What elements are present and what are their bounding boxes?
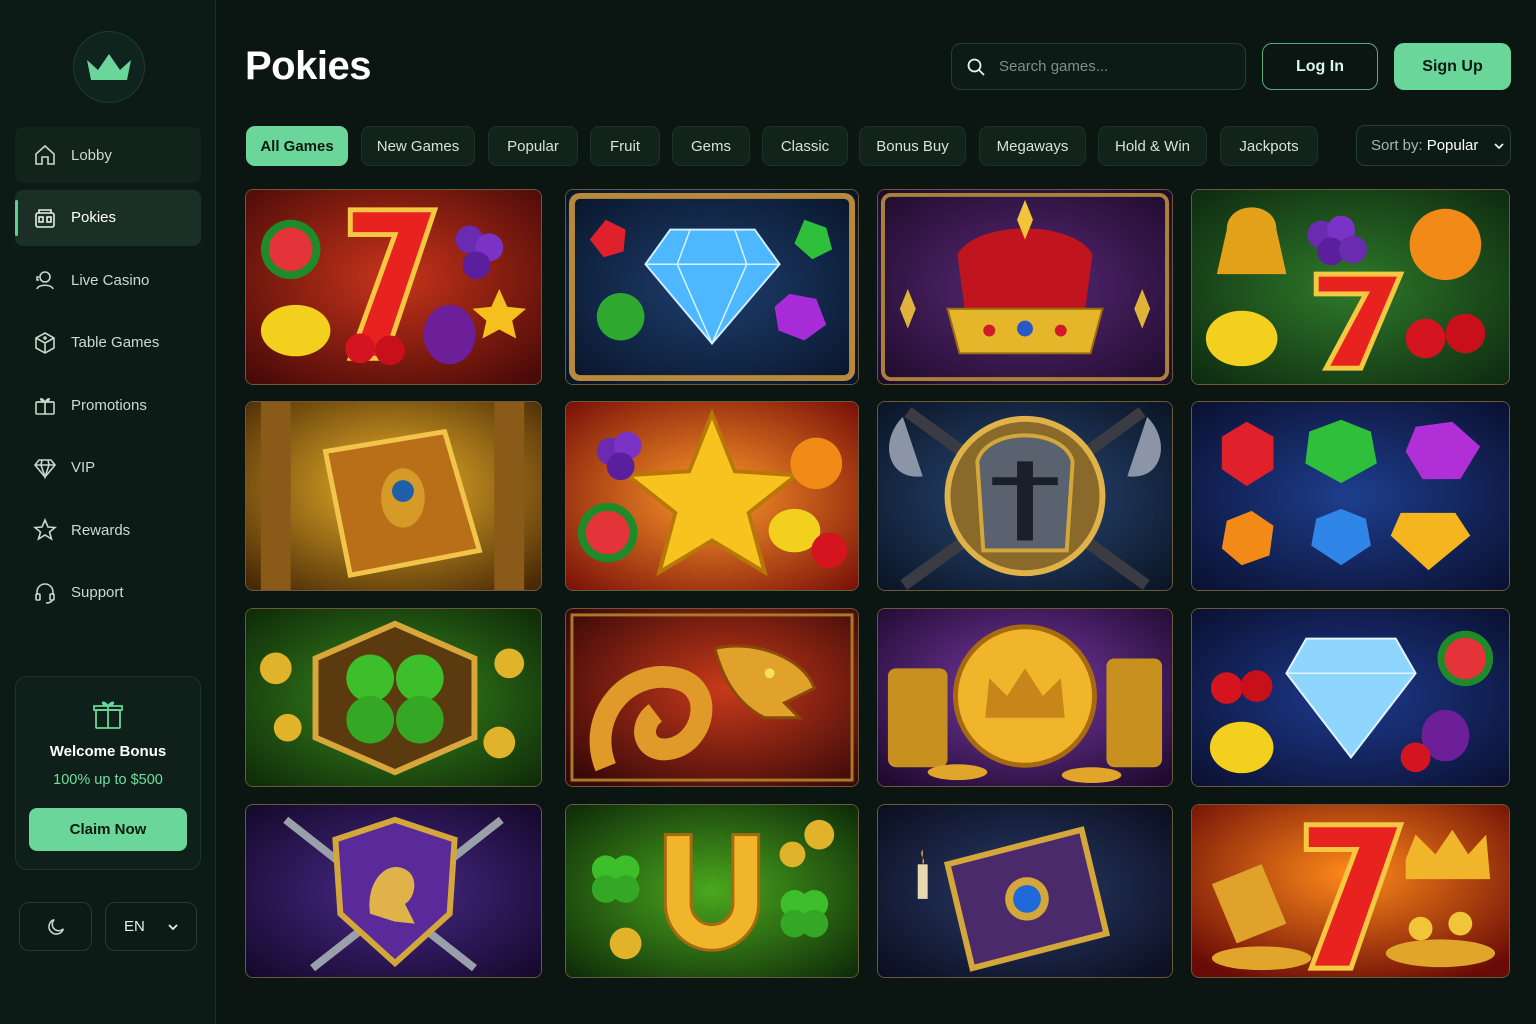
lucky-clover-art	[246, 609, 541, 786]
horseshoe-clover-art	[566, 805, 858, 977]
gold-coin-crown-art	[878, 609, 1172, 786]
chevron-down-icon	[1494, 142, 1505, 149]
sort-value: Popular	[1426, 137, 1479, 154]
signup-button[interactable]: Sign Up	[1394, 43, 1511, 90]
filter-chip-gems[interactable]: Gems	[672, 126, 750, 166]
sidebar-item-label: Rewards	[71, 521, 131, 539]
bonus-subtitle: 100% up to $500	[53, 772, 163, 788]
gift-icon	[35, 398, 55, 415]
claim-now-button[interactable]: Claim Now	[29, 808, 187, 851]
star-icon	[33, 518, 57, 541]
sort-dropdown[interactable]: Sort by: Popular	[1356, 125, 1511, 166]
theme-toggle-button[interactable]	[19, 902, 92, 951]
game-tile[interactable]	[245, 608, 542, 787]
mystic-book-art	[878, 805, 1172, 977]
sidebar-item-label: Live Casino	[71, 271, 150, 289]
sidebar-item-support[interactable]: Support	[15, 565, 201, 621]
login-button[interactable]: Log In	[1262, 43, 1378, 90]
game-tile[interactable]	[245, 189, 542, 385]
diamond-fruits-art	[1192, 609, 1509, 786]
sidebar-item-rewards[interactable]: Rewards	[15, 502, 201, 558]
sidebar-item-live-casino[interactable]: Live Casino	[15, 252, 201, 308]
home-icon	[35, 144, 55, 165]
star-fruits-art	[566, 402, 858, 590]
sidebar-item-table-games[interactable]: Table Games	[15, 315, 201, 371]
seven-treasure-art	[1192, 805, 1509, 977]
golden-book-art	[246, 402, 541, 590]
filter-chip-jackpots[interactable]: Jackpots	[1220, 126, 1318, 166]
live-dealer-icon	[36, 271, 54, 290]
sidebar-item-label: Promotions	[71, 396, 147, 414]
sidebar-item-label: VIP	[71, 459, 96, 476]
page-title: Pokies	[245, 44, 371, 88]
sort-label: Sort by:	[1371, 137, 1423, 154]
lion-shield-art	[246, 805, 541, 977]
sidebar-item-promotions[interactable]: Promotions	[15, 377, 201, 433]
chevron-down-icon	[168, 923, 178, 930]
search-icon	[967, 58, 985, 76]
game-tile[interactable]	[245, 401, 542, 591]
filter-chip-megaways[interactable]: Megaways	[979, 126, 1086, 166]
filter-chip-classic[interactable]: Classic	[762, 126, 848, 166]
golden-dragon-art	[566, 609, 858, 786]
welcome-bonus-card: Welcome Bonus 100% up to $500 Claim Now	[15, 676, 201, 870]
diamond-gems-art	[566, 190, 858, 384]
fruit-seven-art	[246, 190, 541, 384]
headset-icon	[35, 582, 55, 604]
moon-icon	[47, 918, 64, 935]
viking-helmet-art	[878, 402, 1172, 590]
filter-chip-hold-and-win[interactable]: Hold & Win	[1098, 126, 1207, 166]
royal-crown-art	[878, 190, 1172, 384]
game-tile[interactable]	[1191, 401, 1510, 591]
sidebar-item-lobby[interactable]: Lobby	[15, 127, 201, 183]
filter-chip-all-games[interactable]: All Games	[246, 126, 348, 166]
game-tile[interactable]	[565, 401, 859, 591]
game-tile[interactable]	[565, 804, 859, 978]
game-tile[interactable]	[1191, 608, 1510, 787]
game-tile[interactable]	[565, 189, 859, 385]
sidebar: Lobby Pokies Live Casino Table Games Pro…	[0, 0, 216, 1024]
bonus-title: Welcome Bonus	[49, 743, 167, 760]
diamond-icon	[33, 458, 57, 480]
crown-logo[interactable]	[73, 31, 145, 103]
language-value: EN	[124, 918, 145, 935]
dice-icon	[35, 331, 55, 354]
game-tile[interactable]	[877, 401, 1173, 591]
game-tile[interactable]	[877, 608, 1173, 787]
game-tile[interactable]	[565, 608, 859, 787]
search-input[interactable]	[999, 58, 1219, 75]
sidebar-nav: Lobby Pokies Live Casino Table Games Pro…	[15, 127, 201, 627]
language-select[interactable]: EN	[105, 902, 197, 951]
game-tile[interactable]	[1191, 804, 1510, 978]
sidebar-item-label: Table Games	[71, 334, 160, 351]
fruit-bell-seven-art	[1192, 190, 1509, 384]
gift-icon	[93, 701, 123, 729]
slot-machine-icon	[35, 208, 55, 228]
sidebar-item-label: Pokies	[71, 209, 117, 226]
sidebar-item-pokies[interactable]: Pokies	[15, 189, 201, 246]
filter-chip-bonus-buy[interactable]: Bonus Buy	[859, 126, 966, 166]
crown-icon	[87, 54, 131, 80]
game-tile[interactable]	[1191, 189, 1510, 385]
filter-chip-new-games[interactable]: New Games	[361, 126, 475, 166]
sidebar-item-label: Lobby	[71, 146, 112, 164]
sidebar-item-label: Support	[71, 584, 124, 601]
gem-grid-art	[1192, 402, 1509, 590]
game-tile[interactable]	[245, 804, 542, 978]
filter-chip-fruit[interactable]: Fruit	[590, 126, 660, 166]
game-tile[interactable]	[877, 189, 1173, 385]
filter-chip-popular[interactable]: Popular	[488, 126, 578, 166]
game-tile[interactable]	[877, 804, 1173, 978]
sidebar-item-vip[interactable]: VIP	[15, 440, 201, 496]
search-box[interactable]	[951, 43, 1246, 90]
